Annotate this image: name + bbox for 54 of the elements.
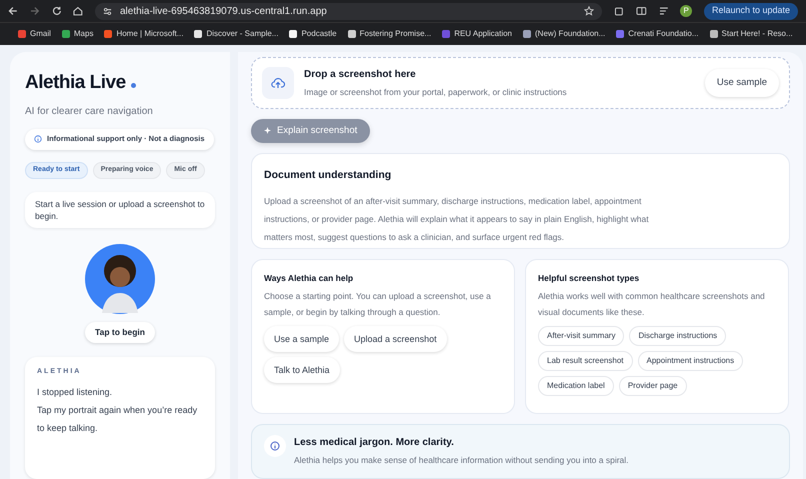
card-body: Upload a screenshot of an after-visit summary, discharge instructions, medication label, appointment instructions, or provider page. Alethia will explain what it appears to say in plain English, highlight what matters most, suggest questions to ask a clinician, and surface urgent red flags. bbox=[264, 194, 650, 244]
bookmark-link[interactable]: Maps bbox=[62, 28, 94, 40]
sparkle-icon bbox=[264, 127, 271, 134]
card-title: Helpful screenshot types bbox=[538, 272, 640, 284]
back-icon[interactable] bbox=[8, 6, 18, 16]
transcript-line: I stopped listening. bbox=[37, 386, 114, 399]
bookmark-link[interactable]: Home | Microsoft... bbox=[104, 28, 184, 40]
info-icon bbox=[34, 135, 42, 143]
site-settings-icon[interactable] bbox=[103, 6, 112, 16]
type-tag: Lab result screenshot bbox=[538, 351, 632, 372]
bookmark-label: Home | Microsoft... bbox=[116, 28, 184, 40]
type-tag: Discharge instructions bbox=[629, 326, 726, 346]
avatar-portrait[interactable] bbox=[84, 242, 156, 314]
bookmark-label: Maps bbox=[74, 28, 94, 40]
dropzone-title: Drop a screenshot here bbox=[304, 68, 417, 82]
address-bar[interactable]: alethia-live-695463819079.us-central1.run.app bbox=[95, 2, 602, 20]
card-title: Less medical jargon. More clarity. bbox=[294, 436, 455, 450]
app-subtitle: AI for clearer care navigation bbox=[25, 104, 154, 118]
use-sample-button[interactable]: Use sample bbox=[704, 68, 779, 97]
bookmark-label: Gmail bbox=[30, 28, 51, 40]
bookmark-label: Podcastle bbox=[301, 28, 337, 40]
bookmark-link[interactable]: REU Application bbox=[442, 28, 512, 40]
bookmark-link[interactable]: Gmail bbox=[18, 28, 51, 40]
tap-to-begin-button[interactable]: Tap to begin bbox=[85, 322, 155, 342]
app-title: Alethia Live bbox=[25, 71, 126, 95]
transcript-line: Tap my portrait again when you’re ready to keep talking. bbox=[37, 404, 198, 435]
card-title: Ways Alethia can help bbox=[264, 272, 354, 284]
upload-cloud-icon bbox=[262, 66, 294, 99]
reload-icon[interactable] bbox=[52, 6, 62, 16]
relaunch-button[interactable]: Relaunch to update bbox=[704, 2, 798, 20]
card-body: Alethia helps you make sense of healthcare information without sending you into a spiral. bbox=[294, 454, 629, 466]
action-button[interactable]: Talk to Alethia bbox=[264, 357, 340, 384]
action-button[interactable]: Use a sample bbox=[264, 326, 340, 352]
bookmark-link[interactable]: Podcastle bbox=[289, 28, 337, 40]
type-tag: Medication label bbox=[538, 376, 614, 396]
info-icon bbox=[264, 434, 286, 457]
forward-icon[interactable] bbox=[30, 6, 40, 16]
dropzone[interactable]: Drop a screenshot here Image or screenshot from your portal, paperwork, or clinic instructions Use sample bbox=[251, 57, 790, 109]
dropzone-subtitle: Image or screenshot from your portal, paperwork, or clinic instructions bbox=[304, 86, 568, 99]
status-message: Start a live session or upload a screenshot to begin. bbox=[25, 192, 215, 228]
type-tag: Provider page bbox=[618, 376, 687, 396]
bookmark-label: REU Application bbox=[454, 28, 512, 40]
type-tag: After-visit summary bbox=[538, 326, 624, 346]
card-body: Choose a starting point. You can upload a screenshot, use a sample, or begin by talking through a question. bbox=[264, 290, 492, 320]
list-icon[interactable] bbox=[658, 6, 668, 16]
card-body: Alethia works well with common healthcare screenshots and visual documents like these. bbox=[538, 290, 766, 320]
type-tag: Appointment instructions bbox=[638, 351, 744, 372]
home-icon[interactable] bbox=[73, 6, 83, 16]
extensions-icon[interactable] bbox=[614, 6, 624, 16]
action-button[interactable]: Upload a screenshot bbox=[344, 326, 447, 352]
star-icon[interactable] bbox=[584, 6, 594, 16]
card-title: Document understanding bbox=[264, 168, 392, 184]
sidebar-icon[interactable] bbox=[636, 6, 647, 16]
url-text: alethia-live-695463819079.us-central1.run.app bbox=[120, 4, 328, 18]
